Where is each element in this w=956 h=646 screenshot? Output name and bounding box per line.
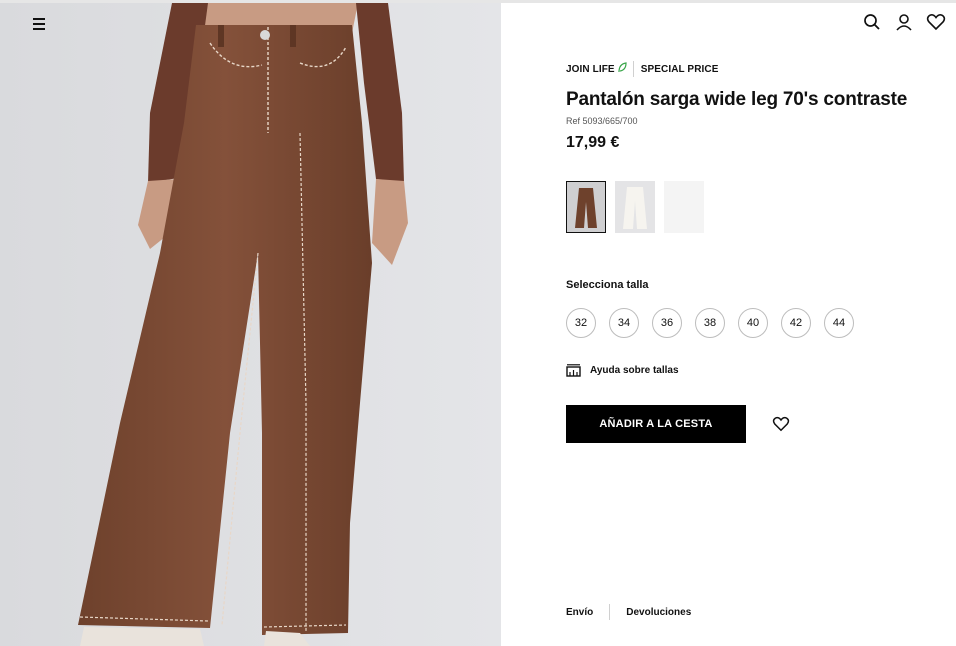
wishlist-heart-icon[interactable] bbox=[772, 416, 790, 432]
returns-link[interactable]: Devoluciones bbox=[626, 607, 691, 618]
color-swatch-brown[interactable] bbox=[566, 181, 606, 233]
size-option-44[interactable]: 44 bbox=[824, 308, 854, 338]
add-to-cart-button[interactable]: AÑADIR A LA CESTA bbox=[566, 405, 746, 443]
user-icon[interactable] bbox=[894, 12, 914, 32]
search-icon[interactable] bbox=[862, 12, 882, 32]
size-options: 32 34 36 38 40 42 44 bbox=[566, 308, 854, 338]
size-help-label: Ayuda sobre tallas bbox=[590, 365, 679, 376]
tag-join-life: JOIN LIFE bbox=[566, 63, 615, 75]
product-photo-illustration bbox=[0, 3, 501, 646]
footer-separator bbox=[609, 604, 611, 620]
shipping-link[interactable]: Envío bbox=[566, 607, 593, 618]
ruler-icon bbox=[566, 364, 581, 377]
leaf-icon bbox=[618, 62, 627, 76]
size-option-32[interactable]: 32 bbox=[566, 308, 596, 338]
footer-links: Envío Devoluciones bbox=[566, 604, 691, 620]
size-option-38[interactable]: 38 bbox=[695, 308, 725, 338]
tag-special-price: SPECIAL PRICE bbox=[640, 63, 719, 75]
size-help-link[interactable]: Ayuda sobre tallas bbox=[566, 364, 679, 377]
size-option-40[interactable]: 40 bbox=[738, 308, 768, 338]
tag-separator bbox=[632, 61, 634, 77]
product-tags: JOIN LIFE SPECIAL PRICE bbox=[566, 61, 719, 77]
color-swatch-light-grey[interactable] bbox=[664, 181, 704, 233]
product-ref: Ref 5093/665/700 bbox=[566, 116, 638, 126]
product-price: 17,99 € bbox=[566, 134, 620, 151]
size-option-34[interactable]: 34 bbox=[609, 308, 639, 338]
color-swatches bbox=[566, 181, 704, 233]
product-title: Pantalón sarga wide leg 70's contraste bbox=[566, 89, 908, 110]
hamburger-menu-icon[interactable] bbox=[30, 15, 48, 33]
size-option-36[interactable]: 36 bbox=[652, 308, 682, 338]
size-option-42[interactable]: 42 bbox=[781, 308, 811, 338]
heart-icon[interactable] bbox=[926, 12, 946, 32]
color-swatch-white[interactable] bbox=[615, 181, 655, 233]
size-label: Selecciona talla bbox=[566, 279, 649, 291]
product-image bbox=[0, 3, 501, 646]
